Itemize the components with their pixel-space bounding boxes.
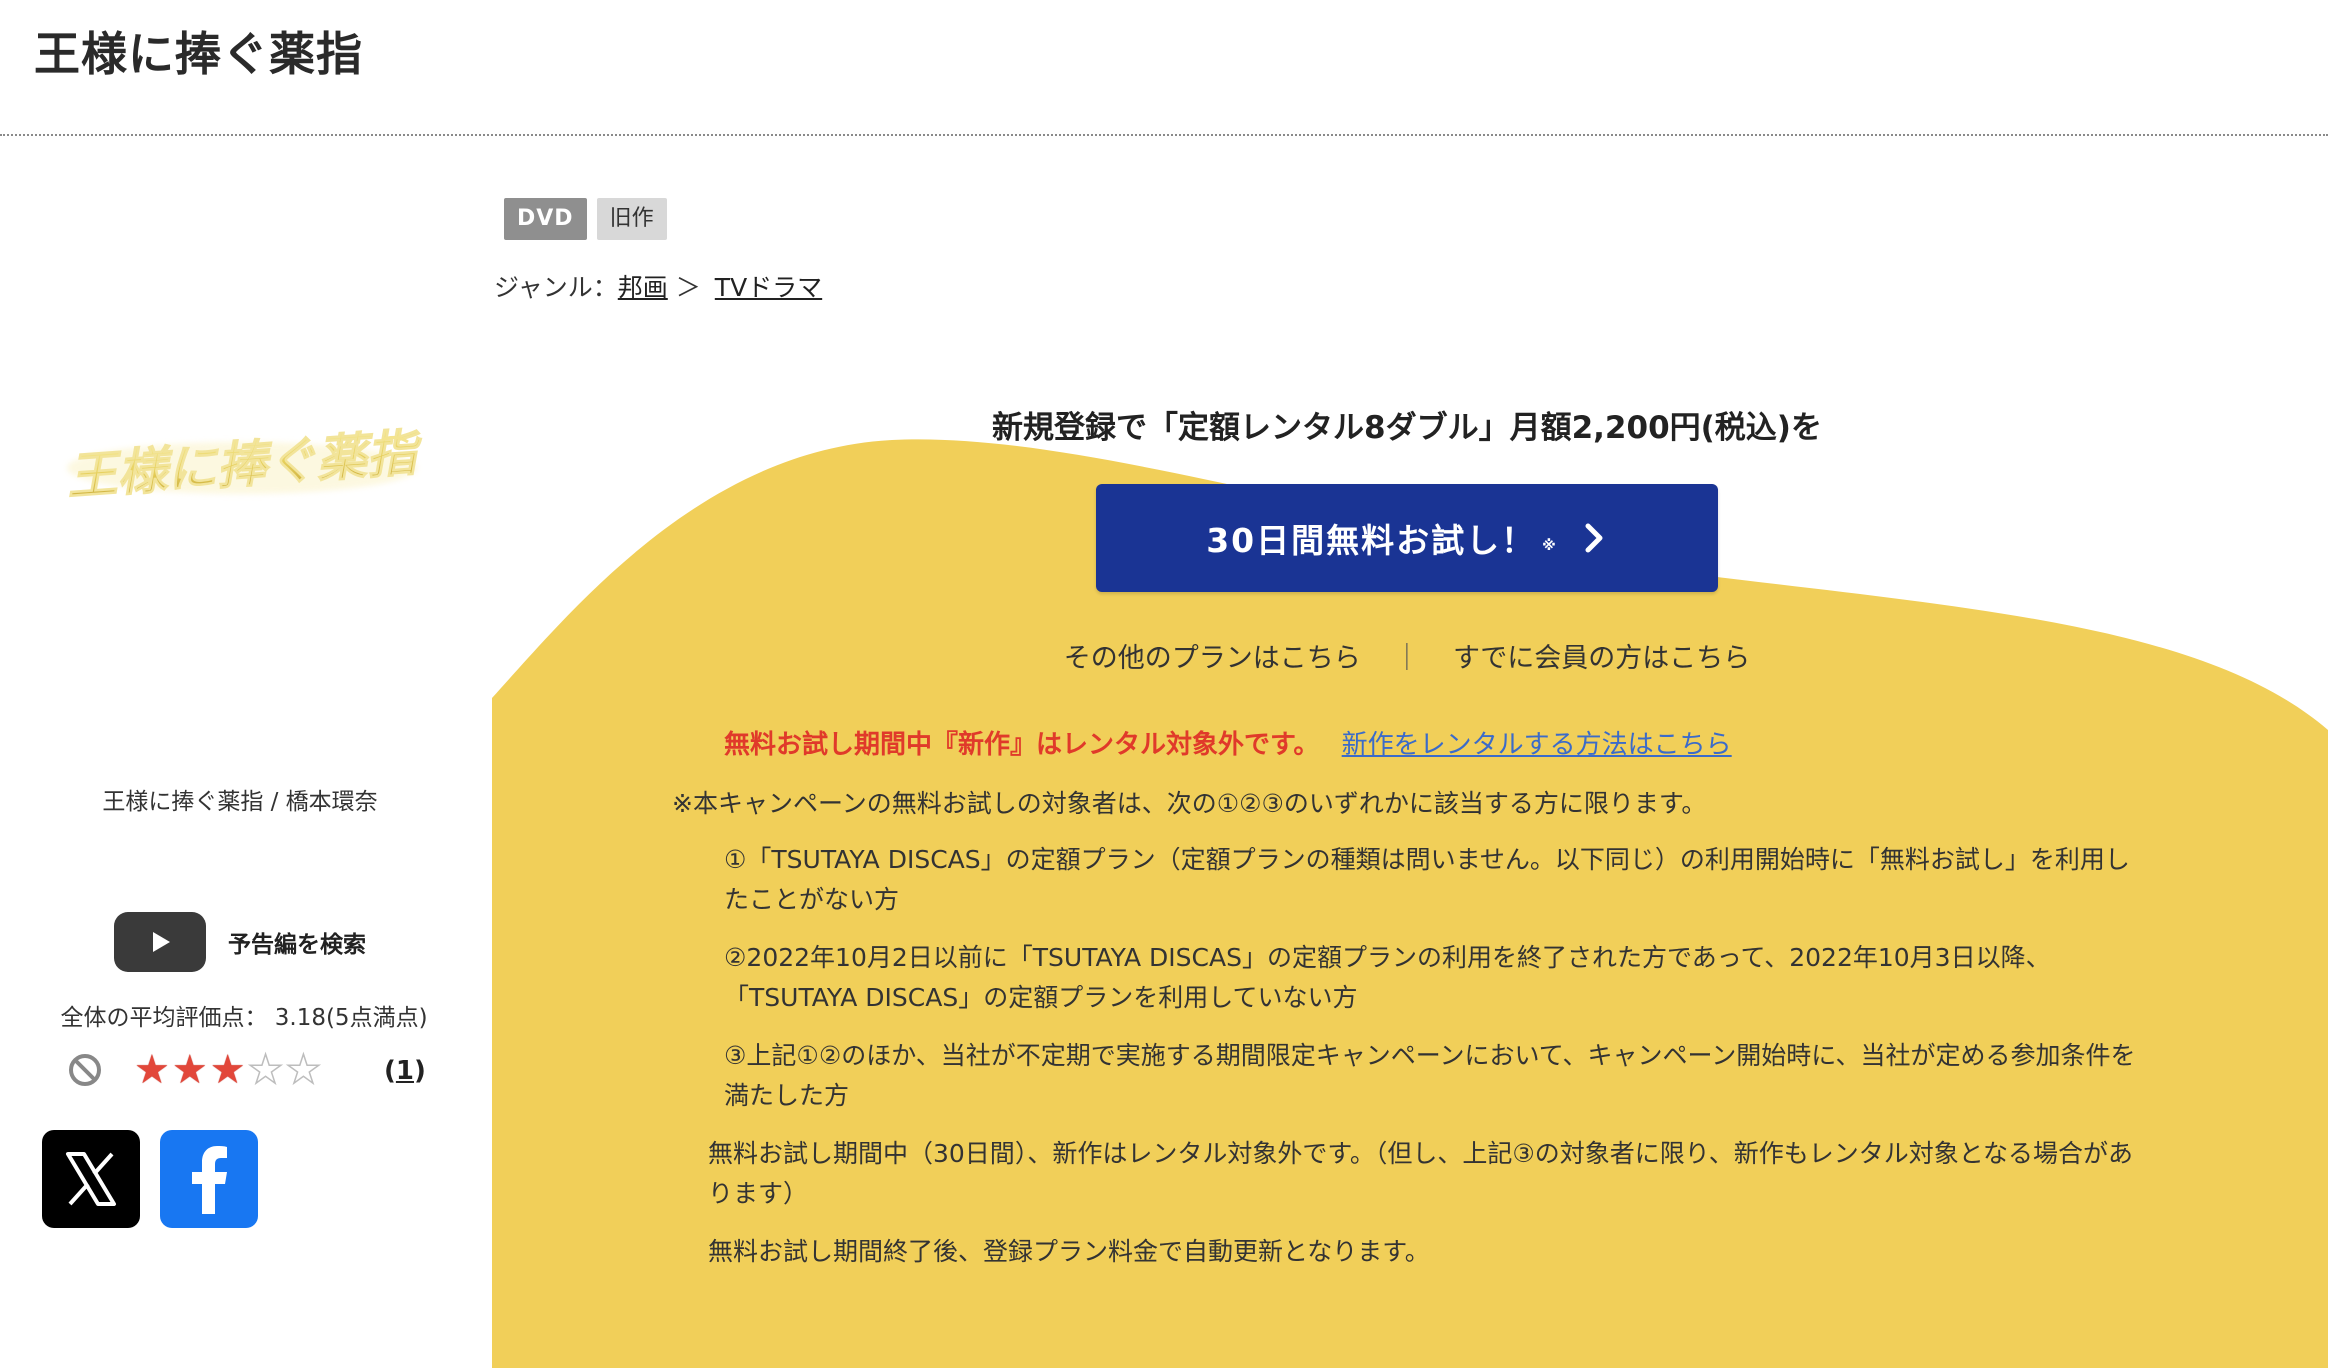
dvd-badge: DVD (504, 198, 587, 240)
auto-renewal-note: 無料お試し期間終了後、登録プラン料金で自動更新となります。 (708, 1237, 1430, 1266)
format-badges: DVD 旧作 (504, 198, 667, 240)
page-title: 王様に捧ぐ薬指 (34, 27, 363, 81)
star-filled-icon[interactable]: ★ (172, 1048, 208, 1092)
cover-logo-text: 王様に捧ぐ薬指 (65, 422, 425, 506)
star-filled-icon[interactable]: ★ (210, 1048, 246, 1092)
average-rating: 全体の平均評価点： 3.18(5点満点) (60, 1005, 428, 1031)
not-rated-icon[interactable] (66, 1051, 104, 1089)
header-divider (0, 134, 2328, 136)
old-release-badge: 旧作 (596, 198, 667, 240)
star-empty-icon[interactable]: ★ (285, 1047, 322, 1093)
terms-item: ③上記①②のほか、当社が不定期で実施する期間限定キャンペーンにおいて、キャンペー… (724, 1041, 2136, 1110)
work-caption: 王様に捧ぐ薬指 / 橋本環奈 (102, 789, 378, 815)
x-share-button[interactable] (42, 1130, 140, 1228)
new-release-rental-link[interactable]: 新作をレンタルする方法はこちら (1342, 730, 1732, 760)
chevron-right-icon (1585, 523, 1603, 553)
other-plans-link[interactable]: その他のプランはこちら (1064, 643, 1361, 674)
plan-links-divider: ｜ (1393, 643, 1421, 674)
plan-links: その他のプランはこちら ｜ すでに会員の方はこちら (492, 636, 2322, 675)
genre-label: ジャンル： (494, 273, 618, 302)
rating-row: ★ ★ ★ ★ ★ (66, 1047, 322, 1093)
cover-image[interactable]: 王様に捧ぐ薬指 (52, 410, 432, 510)
play-icon[interactable] (114, 912, 206, 972)
new-release-warning: 無料お試し期間中『新作』はレンタル対象外です。 (724, 730, 1320, 760)
x-logo-icon (66, 1152, 116, 1206)
review-count-link[interactable]: (1) (384, 1056, 426, 1086)
new-release-notice: 無料お試し期間中『新作』はレンタル対象外です。 新作をレンタルする方法はこちら (724, 724, 1732, 761)
trailer-search[interactable]: 予告編を検索 (114, 912, 366, 972)
genre-link-japanese-film[interactable]: 邦画 (618, 268, 668, 304)
trial-new-release-note: 無料お試し期間中（30日間）、新作はレンタル対象外です。（但し、上記③の対象者に… (708, 1139, 2133, 1208)
star-empty-icon[interactable]: ★ (247, 1047, 284, 1093)
member-login-link[interactable]: すでに会員の方はこちら (1453, 643, 1750, 674)
genre-link-tv-drama[interactable]: TVドラマ (715, 268, 822, 304)
star-rating[interactable]: ★ ★ ★ ★ ★ (134, 1047, 322, 1093)
terms-lead: ※本キャンペーンの無料お試しの対象者は、次の①②③のいずれかに該当する方に限りま… (672, 789, 1707, 818)
genre-arrow: ＞ (675, 273, 701, 302)
page: 王様に捧ぐ薬指 DVD 旧作 ジャンル： 邦画 ＞ TVドラマ 王様に捧ぐ薬指 … (0, 0, 2328, 1368)
review-count[interactable]: 1 (396, 1056, 414, 1086)
facebook-share-button[interactable] (160, 1130, 258, 1228)
genre-breadcrumb: ジャンル： 邦画 ＞ TVドラマ (494, 268, 822, 304)
campaign-headline: 新規登録で「定額レンタル8ダブル」月額2,200円(税込)を (992, 410, 1822, 446)
facebook-logo-icon (192, 1146, 227, 1214)
free-trial-button-label: 30日間無料お試し！ (1206, 521, 1537, 560)
trailer-search-label[interactable]: 予告編を検索 (228, 925, 366, 959)
terms-item: ②2022年10月2日以前に「TSUTAYA DISCAS」の定額プランの利用を… (724, 943, 2051, 1012)
star-filled-icon[interactable]: ★ (134, 1048, 170, 1092)
free-trial-note-mark: ※ (1542, 538, 1558, 554)
free-trial-button[interactable]: 30日間無料お試し！ ※ (1096, 484, 1718, 592)
terms-item: ①「TSUTAYA DISCAS」の定額プラン（定額プランの種類は問いません。以… (724, 845, 2130, 914)
social-share (42, 1130, 258, 1228)
